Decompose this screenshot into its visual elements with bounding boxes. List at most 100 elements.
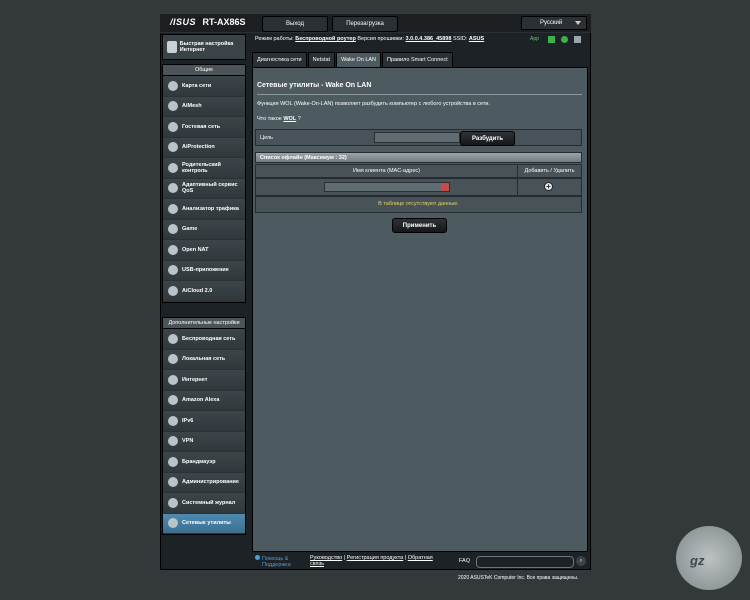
wireless-icon: [168, 333, 178, 344]
network-map-icon: [168, 80, 178, 91]
faq-label: FAQ: [459, 558, 471, 564]
page-description: Функция WOL (Wake-On-LAN) позволяет разб…: [257, 101, 491, 107]
gamepad-icon: [168, 224, 178, 235]
add-icon[interactable]: +: [544, 182, 553, 191]
sidebar-item-label: USB-приложение: [182, 267, 229, 274]
tab-bar: Диагностика сети Netstat Wake On LAN Пра…: [252, 52, 454, 68]
sidebar-item-label: AiMesh: [182, 103, 202, 110]
sidebar-item-ipv6[interactable]: IPv6: [163, 411, 245, 432]
brand-logo: /ISUS: [170, 17, 197, 27]
sidebar-item-label: Системный журнал: [182, 499, 236, 506]
feedback-link[interactable]: Обратная: [408, 555, 433, 561]
add-client-row: +: [255, 178, 582, 196]
sidebar-item-administration[interactable]: Администрирование: [163, 472, 245, 493]
col-action: Добавить / Удалить: [524, 168, 575, 174]
reboot-button[interactable]: Перезагрузка: [332, 16, 398, 32]
ssid-link[interactable]: ASUS: [469, 36, 484, 42]
what-is-wol: Что такое WOL ?: [257, 116, 301, 122]
sidebar-item-label: VPN: [182, 438, 194, 445]
help-support-link[interactable]: Помощь & Поддержка: [255, 555, 291, 568]
watermark-text: gz: [690, 553, 705, 568]
app-icon[interactable]: App: [530, 36, 542, 43]
sidebar-item-open-nat[interactable]: Open NAT: [163, 240, 245, 261]
ipv6-icon: [168, 415, 178, 426]
vpn-icon: [168, 436, 178, 447]
help-icon: [255, 555, 260, 560]
sidebar-item-label: Брандмауэр: [182, 458, 216, 465]
cloud-icon: [168, 285, 178, 296]
col-client: Имя клиента (MAC-адрес): [256, 165, 518, 177]
wifi-icon: [548, 36, 555, 43]
sidebar-item-game[interactable]: Game: [163, 219, 245, 240]
sidebar-item-system-log[interactable]: Системный журнал: [163, 493, 245, 514]
fw-link[interactable]: 3.0.0.4.386_45898: [406, 36, 452, 42]
parental-control-icon: [168, 162, 178, 173]
mode-link[interactable]: Беспроводной роутер: [295, 36, 356, 42]
tab-smart-connect[interactable]: Правило Smart Connect: [382, 52, 453, 68]
sidebar-item-aimesh[interactable]: AiMesh: [163, 96, 245, 117]
qos-icon: [168, 183, 178, 194]
list-column-header: Имя клиента (MAC-адрес) Добавить / Удали…: [255, 164, 582, 178]
sidebar-item-label: Game: [182, 226, 198, 233]
sidebar-item-aiprotection[interactable]: AiProtection: [163, 137, 245, 158]
target-label: Цель: [260, 135, 274, 141]
sidebar-item-label: Интернет: [182, 376, 208, 383]
sidebar-item-usb-app[interactable]: USB-приложение: [163, 260, 245, 281]
lan-icon: [168, 354, 178, 365]
advanced-menu-title: Дополнительные настройки: [163, 318, 245, 329]
copyright: 2020 ASUSTeK Computer Inc. Все права защ…: [458, 575, 579, 581]
page-title: Сетевые утилиты - Wake On LAN: [257, 82, 372, 89]
title-divider: [257, 94, 582, 95]
tab-network-analysis[interactable]: Диагностика сети: [252, 52, 307, 68]
tab-netstat[interactable]: Netstat: [307, 52, 336, 68]
column-separator: [517, 179, 518, 195]
offline-list-header: Список офлайн (Максимум : 32): [255, 152, 582, 163]
mode-label: Режим работы:: [255, 36, 294, 42]
alexa-icon: [168, 395, 178, 406]
wake-button[interactable]: Разбудить: [460, 131, 515, 146]
sidebar-item-guest-network[interactable]: Гостевая сеть: [163, 117, 245, 138]
firewall-icon: [168, 456, 178, 467]
guest-network-icon: [168, 121, 178, 132]
register-link[interactable]: Регистрация продукта: [347, 555, 404, 561]
usb-status-icon: [574, 36, 581, 43]
target-input[interactable]: [374, 132, 460, 143]
sidebar-item-traffic-analyzer[interactable]: Анализатор трафика: [163, 199, 245, 220]
search-icon[interactable]: ⌕: [576, 556, 586, 566]
sidebar-item-aicloud[interactable]: AiCloud 2.0: [163, 281, 245, 302]
quick-setup-label: Быстрая настройка Интернет: [179, 41, 234, 53]
logout-button[interactable]: Выход: [262, 16, 328, 32]
sidebar-item-alexa[interactable]: Amazon Alexa: [163, 390, 245, 411]
sidebar-item-vpn[interactable]: VPN: [163, 431, 245, 452]
footer-links: Руководство | Регистрация продукта | Обр…: [310, 555, 433, 567]
logo: /ISUS RT-AX86S: [170, 17, 246, 27]
sidebar-item-label: Amazon Alexa: [182, 397, 220, 404]
model-name: RT-AX86S: [202, 17, 246, 27]
sidebar-item-label: Гостевая сеть: [182, 123, 221, 130]
sidebar-item-network-map[interactable]: Карта сети: [163, 76, 245, 97]
faq-search-input[interactable]: [476, 556, 574, 568]
sidebar-item-wireless[interactable]: Беспроводная сеть: [163, 329, 245, 350]
sidebar-item-label: Беспроводная сеть: [182, 335, 236, 342]
sidebar-item-label: Сетевые утилиты: [182, 520, 231, 527]
sidebar-item-wan[interactable]: Интернет: [163, 370, 245, 391]
wol-link[interactable]: WOL: [283, 116, 296, 122]
quick-setup-button[interactable]: Быстрая настройка Интернет: [162, 34, 246, 60]
sidebar-item-lan[interactable]: Локальная сеть: [163, 349, 245, 370]
sidebar-item-qos[interactable]: Адаптивный сервис QoS: [163, 178, 245, 199]
tab-wake-on-lan[interactable]: Wake On LAN: [336, 52, 382, 68]
general-menu-title: Общие: [163, 65, 245, 76]
client-select[interactable]: [324, 182, 450, 192]
sidebar-item-parental-control[interactable]: Родительский контроль: [163, 158, 245, 179]
chevron-down-icon: [575, 21, 581, 25]
sidebar-item-label: Адаптивный сервис QoS: [182, 182, 238, 195]
language-select[interactable]: Русский: [521, 16, 587, 30]
status-row: Режим работы: Беспроводной роутер Версия…: [255, 36, 484, 42]
shield-icon: [168, 142, 178, 153]
sidebar-item-network-tools[interactable]: Сетевые утилиты: [163, 513, 245, 534]
feedback-link-2[interactable]: связь: [310, 561, 324, 567]
open-nat-icon: [168, 244, 178, 255]
apply-button[interactable]: Применить: [392, 218, 447, 233]
advanced-menu: Дополнительные настройки Беспроводная се…: [162, 317, 246, 535]
sidebar-item-firewall[interactable]: Брандмауэр: [163, 452, 245, 473]
